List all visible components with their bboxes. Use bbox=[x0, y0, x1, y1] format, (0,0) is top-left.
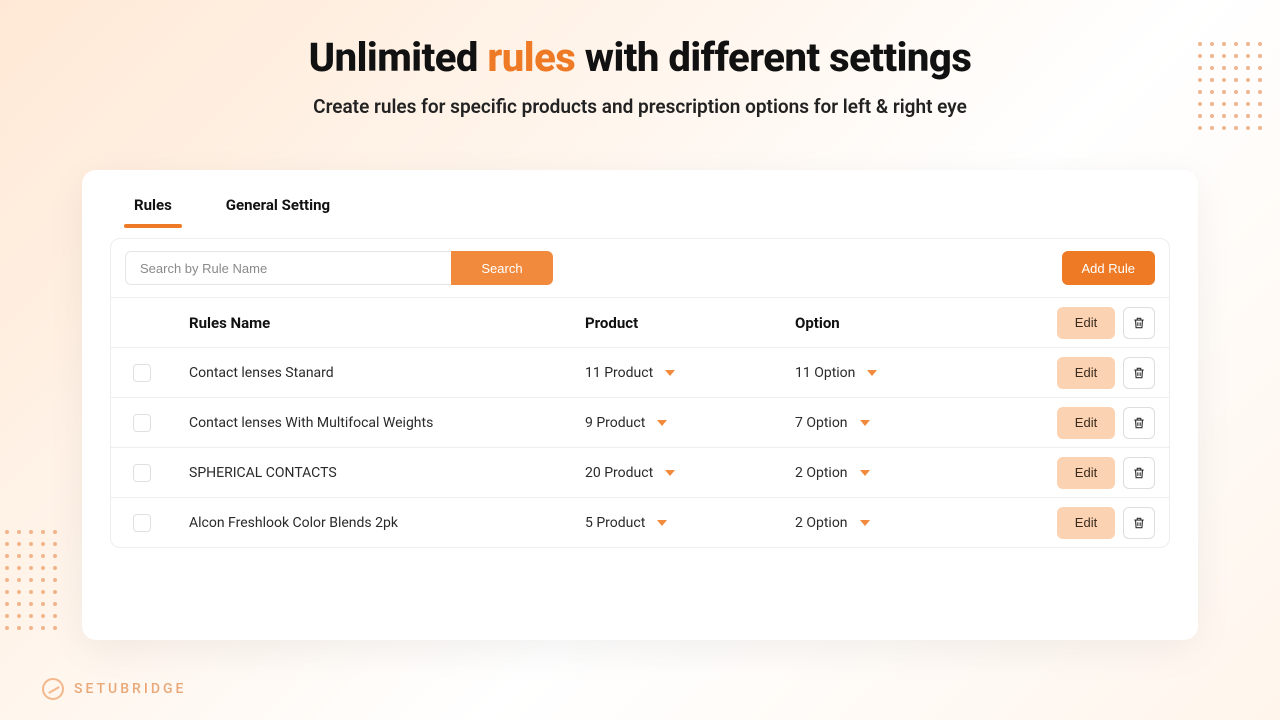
row-checkbox[interactable] bbox=[133, 414, 151, 432]
search-button[interactable]: Search bbox=[451, 251, 553, 285]
option-cell: 2 Option bbox=[795, 515, 995, 531]
option-cell: 2 Option bbox=[795, 465, 995, 481]
table-row: Contact lenses Stanard11 Product11 Optio… bbox=[111, 347, 1169, 397]
search-input[interactable] bbox=[125, 251, 451, 285]
decorative-dots-bottom-left bbox=[5, 530, 57, 630]
chevron-down-icon[interactable] bbox=[860, 520, 870, 526]
edit-button[interactable]: Edit bbox=[1057, 407, 1115, 439]
product-cell: 9 Product bbox=[585, 415, 795, 431]
table-row: Contact lenses With Multifocal Weights9 … bbox=[111, 397, 1169, 447]
add-rule-button[interactable]: Add Rule bbox=[1062, 251, 1155, 285]
title-accent: rules bbox=[487, 34, 575, 81]
product-cell: 11 Product bbox=[585, 365, 795, 381]
title-pre: Unlimited bbox=[309, 34, 488, 81]
col-product: Product bbox=[585, 314, 795, 332]
title-post: with different settings bbox=[575, 34, 971, 81]
option-cell: 11 Option bbox=[795, 365, 995, 381]
delete-button[interactable] bbox=[1123, 457, 1155, 489]
chevron-down-icon[interactable] bbox=[860, 470, 870, 476]
tab-general-setting[interactable]: General Setting bbox=[220, 188, 336, 228]
brand-footer: SETUBRIDGE bbox=[42, 678, 186, 700]
edit-button[interactable]: Edit bbox=[1057, 457, 1115, 489]
rule-name-cell: Contact lenses Stanard bbox=[189, 365, 585, 381]
delete-button[interactable] bbox=[1123, 357, 1155, 389]
table-header: Rules Name Product Option Edit bbox=[111, 297, 1169, 347]
brand-name: SETUBRIDGE bbox=[74, 681, 186, 697]
edit-header-button[interactable]: Edit bbox=[1057, 307, 1115, 339]
chevron-down-icon[interactable] bbox=[860, 420, 870, 426]
col-option: Option bbox=[795, 314, 995, 332]
decorative-dots-top-right bbox=[1198, 42, 1262, 130]
hero-section: Unlimited rules with different settings … bbox=[0, 0, 1280, 118]
delete-header-button[interactable] bbox=[1123, 307, 1155, 339]
row-checkbox[interactable] bbox=[133, 464, 151, 482]
rule-name-cell: SPHERICAL CONTACTS bbox=[189, 465, 585, 481]
table-row: SPHERICAL CONTACTS20 Product2 Option Edit bbox=[111, 447, 1169, 497]
page-subtitle: Create rules for specific products and p… bbox=[0, 95, 1280, 118]
tab-rules[interactable]: Rules bbox=[128, 188, 178, 228]
col-rules-name: Rules Name bbox=[189, 314, 585, 332]
rules-panel: Rules General Setting Search Add Rule Ru… bbox=[82, 170, 1198, 640]
trash-icon bbox=[1132, 316, 1146, 330]
tab-bar: Rules General Setting bbox=[110, 188, 1170, 228]
toolbar: Search Add Rule bbox=[111, 239, 1169, 297]
chevron-down-icon[interactable] bbox=[665, 470, 675, 476]
chevron-down-icon[interactable] bbox=[665, 370, 675, 376]
chevron-down-icon[interactable] bbox=[657, 520, 667, 526]
delete-button[interactable] bbox=[1123, 407, 1155, 439]
product-cell: 5 Product bbox=[585, 515, 795, 531]
page-title: Unlimited rules with different settings bbox=[0, 34, 1280, 81]
search-group: Search bbox=[125, 251, 553, 285]
table-row: Alcon Freshlook Color Blends 2pk5 Produc… bbox=[111, 497, 1169, 547]
option-cell: 7 Option bbox=[795, 415, 995, 431]
brand-logo-icon bbox=[42, 678, 64, 700]
edit-button[interactable]: Edit bbox=[1057, 507, 1115, 539]
header-actions: Edit bbox=[995, 307, 1155, 339]
rule-name-cell: Contact lenses With Multifocal Weights bbox=[189, 415, 585, 431]
chevron-down-icon[interactable] bbox=[867, 370, 877, 376]
trash-icon bbox=[1132, 516, 1146, 530]
row-checkbox[interactable] bbox=[133, 514, 151, 532]
trash-icon bbox=[1132, 466, 1146, 480]
rules-card: Search Add Rule Rules Name Product Optio… bbox=[110, 238, 1170, 548]
row-checkbox[interactable] bbox=[133, 364, 151, 382]
edit-button[interactable]: Edit bbox=[1057, 357, 1115, 389]
delete-button[interactable] bbox=[1123, 507, 1155, 539]
trash-icon bbox=[1132, 366, 1146, 380]
trash-icon bbox=[1132, 416, 1146, 430]
product-cell: 20 Product bbox=[585, 465, 795, 481]
rule-name-cell: Alcon Freshlook Color Blends 2pk bbox=[189, 515, 585, 531]
chevron-down-icon[interactable] bbox=[657, 420, 667, 426]
